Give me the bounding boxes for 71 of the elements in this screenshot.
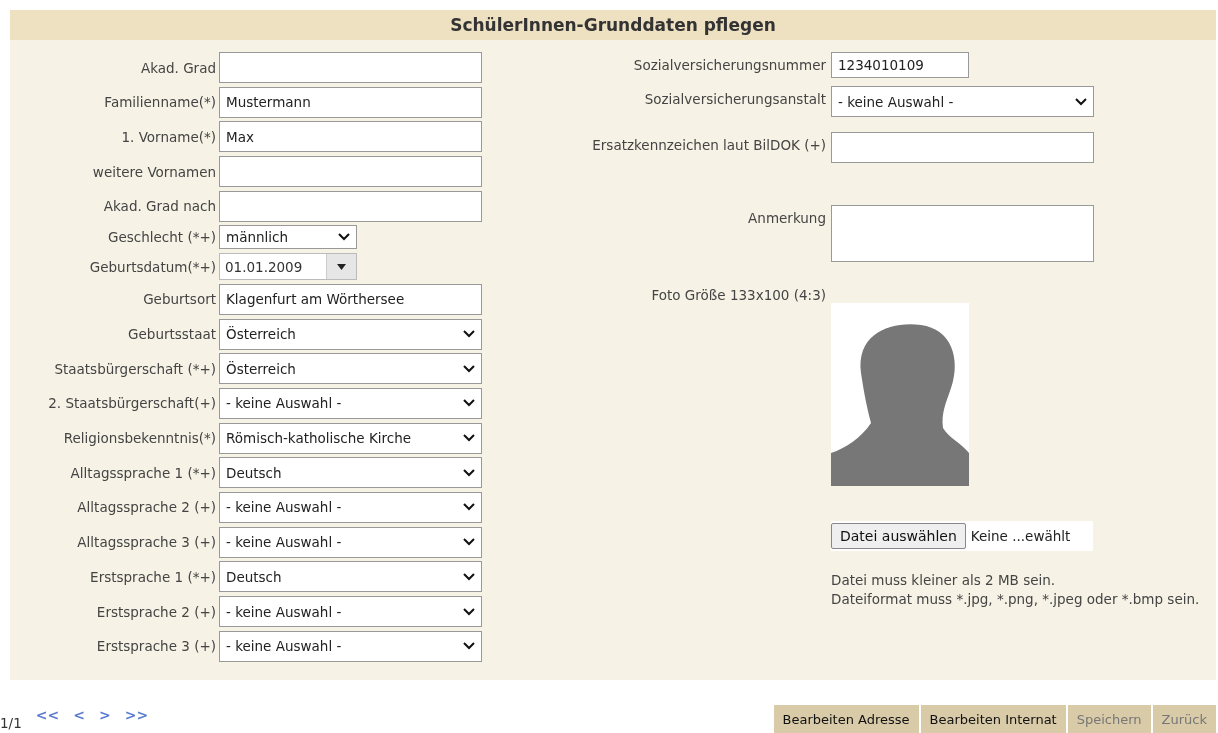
- action-button[interactable]: Bearbeiten Internat: [918, 705, 1066, 733]
- choose-file-button[interactable]: Datei auswählen: [831, 523, 966, 549]
- field-label: 1. Vorname(*): [120, 128, 216, 145]
- pager-link[interactable]: >: [98, 707, 111, 723]
- select-field[interactable]: Römisch-katholische Kirche: [219, 422, 482, 454]
- chevron-down-icon: [463, 503, 475, 512]
- chevron-down-icon: [463, 572, 475, 581]
- file-status: Keine ...ewählt: [969, 528, 1071, 544]
- text-area[interactable]: [831, 205, 1094, 262]
- select-field[interactable]: - keine Auswahl -: [219, 630, 482, 662]
- select-field[interactable]: - keine Auswahl -: [219, 491, 482, 523]
- text-field[interactable]: [219, 190, 482, 222]
- select-field[interactable]: Deutsch: [219, 457, 482, 489]
- field-label: Sozialversicherungsanstalt: [643, 90, 826, 107]
- field-label: Akad. Grad nach: [102, 198, 216, 215]
- hint-text: Dateiformat muss *.jpg, *.png, *.jpeg oder *.bmp sein.: [831, 590, 1201, 609]
- text-field[interactable]: Klagenfurt am Wörthersee: [219, 283, 482, 315]
- select-field[interactable]: - keine Auswahl -: [219, 526, 482, 558]
- select-field[interactable]: männlich: [219, 225, 357, 250]
- select-field[interactable]: - keine Auswahl -: [219, 596, 482, 627]
- field-label: Erstsprache 3 (+): [95, 638, 216, 655]
- field-label: Sozialversicherungsnummer: [632, 56, 826, 73]
- chevron-down-icon: [338, 233, 350, 242]
- field-label: Foto Größe 133x100 (4:3): [650, 287, 826, 303]
- field-label: Erstsprache 1 (*+): [89, 568, 216, 585]
- select-field[interactable]: - keine Auswahl -: [831, 86, 1094, 117]
- field-label: Ersatzkennzeichen laut BilDOK (+): [591, 136, 826, 153]
- field-label: Geburtsstaat: [127, 326, 216, 342]
- chevron-down-icon: [463, 330, 475, 338]
- select-field[interactable]: Österreich: [219, 353, 482, 385]
- field-label: Geburtsort: [142, 291, 216, 308]
- text-field[interactable]: Max: [219, 121, 482, 153]
- field-label: Religionsbekenntnis(*): [62, 430, 216, 447]
- triangle-down-icon: [337, 263, 346, 270]
- field-label: Geschlecht (*+): [107, 229, 216, 246]
- text-field[interactable]: 1234010109: [831, 52, 969, 78]
- select-field[interactable]: Deutsch: [219, 561, 482, 593]
- field-label: Geburtsdatum(*+): [88, 258, 216, 275]
- chevron-down-icon: [463, 607, 475, 616]
- pager-link[interactable]: >>: [124, 707, 149, 723]
- chevron-down-icon: [463, 642, 475, 651]
- page-title: SchülerInnen-Grunddaten pflegen: [10, 10, 1216, 40]
- text-field[interactable]: [219, 156, 482, 188]
- dropdown-button[interactable]: [326, 254, 356, 280]
- hint-text: Datei muss kleiner als 2 MB sein.: [831, 571, 1057, 590]
- chevron-down-icon: [463, 364, 475, 373]
- chevron-down-icon: [463, 538, 475, 547]
- pager-link[interactable]: <: [73, 707, 85, 723]
- field-label: Staatsbürgerschaft (*+): [53, 360, 216, 377]
- text-field[interactable]: [831, 132, 1094, 163]
- field-label: Akad. Grad: [139, 59, 216, 76]
- chevron-down-icon: [463, 434, 475, 443]
- field-label: Erstsprache 2 (+): [95, 603, 216, 620]
- field-label: Familienname(*): [103, 94, 216, 111]
- chevron-down-icon: [1075, 97, 1087, 106]
- text-field[interactable]: [219, 52, 482, 83]
- pager-link[interactable]: <<: [35, 707, 60, 723]
- field-label: weitere Vornamen: [91, 163, 216, 180]
- field-label: Alltagssprache 2 (+): [76, 499, 216, 516]
- field-label: Alltagssprache 3 (+): [76, 534, 216, 551]
- chevron-down-icon: [463, 468, 475, 477]
- page-number: 1/1: [0, 715, 22, 731]
- field-label: Anmerkung: [747, 209, 826, 226]
- action-button[interactable]: Bearbeiten Adresse: [771, 705, 919, 733]
- field-label: Alltagssprache 1 (*+): [69, 464, 216, 481]
- text-field[interactable]: Mustermann: [219, 86, 482, 118]
- select-field[interactable]: Österreich: [219, 318, 482, 350]
- date-field[interactable]: 01.01.2009: [219, 253, 357, 281]
- select-field[interactable]: - keine Auswahl -: [219, 387, 482, 419]
- chevron-down-icon: [463, 399, 475, 408]
- field-label: 2. Staatsbürgerschaft(+): [47, 395, 216, 412]
